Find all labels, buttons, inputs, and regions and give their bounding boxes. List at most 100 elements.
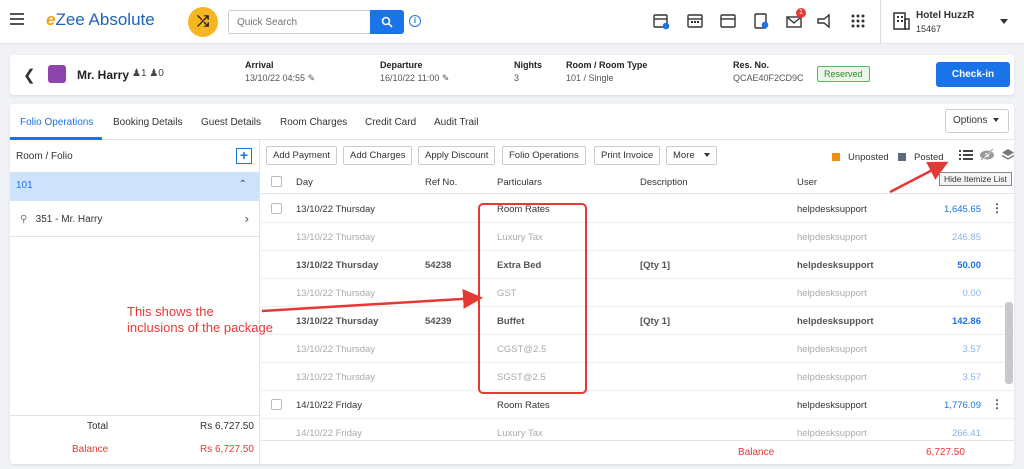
add-folio-icon[interactable]: + <box>236 148 252 164</box>
tab-folio-operations[interactable]: Folio Operations <box>20 117 93 128</box>
info-icon[interactable]: i <box>409 15 421 27</box>
balance-row: Balance 6,727.50 <box>261 440 1014 464</box>
highlight-box <box>478 203 587 394</box>
balance-label: Balance <box>72 444 109 455</box>
calendar-booking-icon[interactable] <box>652 12 670 30</box>
more-dropdown[interactable]: More <box>666 146 717 165</box>
arrival-field: Arrival 13/10/22 04:55 ✎ <box>245 60 316 83</box>
unposted-legend: Unposted <box>832 152 889 163</box>
table-row[interactable]: 13/10/22 Thursday 54239 Buffet [Qty 1] helpd… <box>261 307 1014 335</box>
chevron-down-icon[interactable] <box>1000 19 1008 24</box>
menu-icon[interactable] <box>10 13 24 25</box>
table-row[interactable]: 13/10/22 Thursday Room Rates helpdesksuppo… <box>261 195 1014 223</box>
tab-bar: Folio Operations Booking Details Guest D… <box>10 104 1014 140</box>
tab-booking-details[interactable]: Booking Details <box>113 117 182 128</box>
cell-particulars: Room Rates <box>497 400 550 411</box>
cell-day: 13/10/22 Thursday <box>296 372 376 383</box>
options-dropdown[interactable]: Options <box>945 109 1009 133</box>
search-input[interactable] <box>228 10 370 34</box>
balance-label: Balance <box>738 447 775 458</box>
hotel-building-icon <box>893 12 910 30</box>
back-arrow-icon[interactable]: ❮ <box>23 66 36 84</box>
cell-user: helpdesksupport <box>797 400 867 411</box>
announcement-icon[interactable] <box>815 12 833 30</box>
room-folio-panel: Room / Folio + 101 ⌃ ⚲ 351 - Mr. Harry › T… <box>10 140 260 464</box>
cell-description: [Qty 1] <box>640 260 671 271</box>
folio-item[interactable]: ⚲ 351 - Mr. Harry › <box>10 201 259 237</box>
cell-amount: 3.57 <box>962 372 982 383</box>
calendar-grid-icon[interactable] <box>686 12 704 30</box>
edit-icon[interactable]: ✎ <box>442 73 450 83</box>
cell-ref: 54238 <box>425 260 452 271</box>
table-row[interactable]: 14/10/22 Friday Room Rates helpdesksupport… <box>261 391 1014 419</box>
cell-description: [Qty 1] <box>640 316 671 327</box>
cell-day: 13/10/22 Thursday <box>296 288 376 299</box>
itemize-list-icon[interactable] <box>959 148 973 162</box>
chevron-up-icon[interactable]: ⌃ <box>239 179 247 190</box>
table-row[interactable]: 13/10/22 Thursday GST helpdesksupport 0.00 <box>261 279 1014 307</box>
tab-guest-details[interactable]: Guest Details <box>201 117 261 128</box>
chevron-down-icon <box>703 153 710 158</box>
pax-count: ♟1 ♟0 <box>132 68 164 79</box>
row-checkbox[interactable] <box>271 203 282 214</box>
room-field: Room / Room Type 101 / Single <box>566 60 648 83</box>
app-logo[interactable]: eZee Absolute <box>46 10 155 30</box>
chevron-down-icon <box>993 118 1000 123</box>
hotel-code: 15467 <box>916 24 942 34</box>
add-payment-button[interactable]: Add Payment <box>266 146 338 165</box>
cell-user: helpdesksupport <box>797 260 874 271</box>
scrollbar[interactable] <box>1005 302 1013 384</box>
cell-user: helpdesksupport <box>797 428 867 439</box>
apply-discount-button[interactable]: Apply Discount <box>418 146 496 165</box>
hide-eye-icon[interactable] <box>979 148 995 162</box>
tooltip: Hide Itemize List <box>939 172 1012 186</box>
table-row[interactable]: 13/10/22 Thursday Luxury Tax helpdesksuppo… <box>261 223 1014 251</box>
nights-field: Nights 3 <box>514 60 542 83</box>
row-checkbox[interactable] <box>271 399 282 410</box>
cell-day: 13/10/22 Thursday <box>296 260 379 271</box>
tab-audit-trail[interactable]: Audit Trail <box>434 117 478 128</box>
folio-table: Day Ref No. Particulars Description User… <box>261 170 1014 450</box>
chevron-right-icon[interactable]: › <box>245 211 249 226</box>
cell-amount: 142.86 <box>951 316 981 327</box>
status-badge: Reserved <box>817 66 870 82</box>
add-charges-button[interactable]: Add Charges <box>343 146 413 165</box>
invoice-icon[interactable] <box>752 12 770 30</box>
folio-operations-button[interactable]: Folio Operations <box>502 146 586 165</box>
hotel-name[interactable]: Hotel HuzzR <box>916 10 974 21</box>
cell-amount: 1,645.65 <box>944 204 981 215</box>
notification-badge: 1 <box>796 8 806 18</box>
select-all-checkbox[interactable] <box>271 176 282 187</box>
check-in-button[interactable]: Check-in <box>936 62 1010 87</box>
cell-user: helpdesksupport <box>797 372 867 383</box>
cell-day: 14/10/22 Friday <box>296 428 363 439</box>
cell-amount: 266.41 <box>951 428 981 439</box>
cell-user: helpdesksupport <box>797 288 867 299</box>
balance-amount: 6,727.50 <box>926 447 965 458</box>
room-item[interactable]: 101 ⌃ <box>10 172 259 201</box>
row-menu-icon[interactable]: ⋮ <box>991 201 1003 215</box>
cell-user: helpdesksupport <box>797 344 867 355</box>
table-row[interactable]: 13/10/22 Thursday CGST@2.5 helpdesksupport… <box>261 335 1014 363</box>
totals-section: Total Rs 6,727.50 Balance Rs 6,727.50 <box>10 415 259 464</box>
total-value: Rs 6,727.50 <box>200 421 254 432</box>
apps-grid-icon[interactable] <box>849 12 867 30</box>
cell-particulars: Luxury Tax <box>497 428 543 439</box>
table-row[interactable]: 13/10/22 Thursday 54238 Extra Bed [Qty 1] he… <box>261 251 1014 279</box>
print-invoice-button[interactable]: Print Invoice <box>594 146 661 165</box>
shuffle-icon[interactable]: ⤮ <box>188 7 218 37</box>
cell-amount: 0.00 <box>962 288 982 299</box>
layers-icon[interactable] <box>1001 148 1014 162</box>
edit-icon[interactable]: ✎ <box>308 73 316 83</box>
tab-credit-card[interactable]: Credit Card <box>365 117 416 128</box>
calendar-icon[interactable] <box>719 12 737 30</box>
departure-field: Departure 16/10/22 11:00 ✎ <box>380 60 450 83</box>
cell-amount: 246.85 <box>951 232 981 243</box>
search-button[interactable] <box>370 10 404 34</box>
guest-name[interactable]: Mr. Harry <box>77 68 129 82</box>
res-no-field: Res. No. QCAE40F2CD9C <box>733 60 804 83</box>
annotation-text: This shows the inclusions of the package <box>127 304 273 335</box>
row-menu-icon[interactable]: ⋮ <box>991 397 1003 411</box>
table-row[interactable]: 13/10/22 Thursday SGST@2.5 helpdesksupport… <box>261 363 1014 391</box>
tab-room-charges[interactable]: Room Charges <box>280 117 347 128</box>
